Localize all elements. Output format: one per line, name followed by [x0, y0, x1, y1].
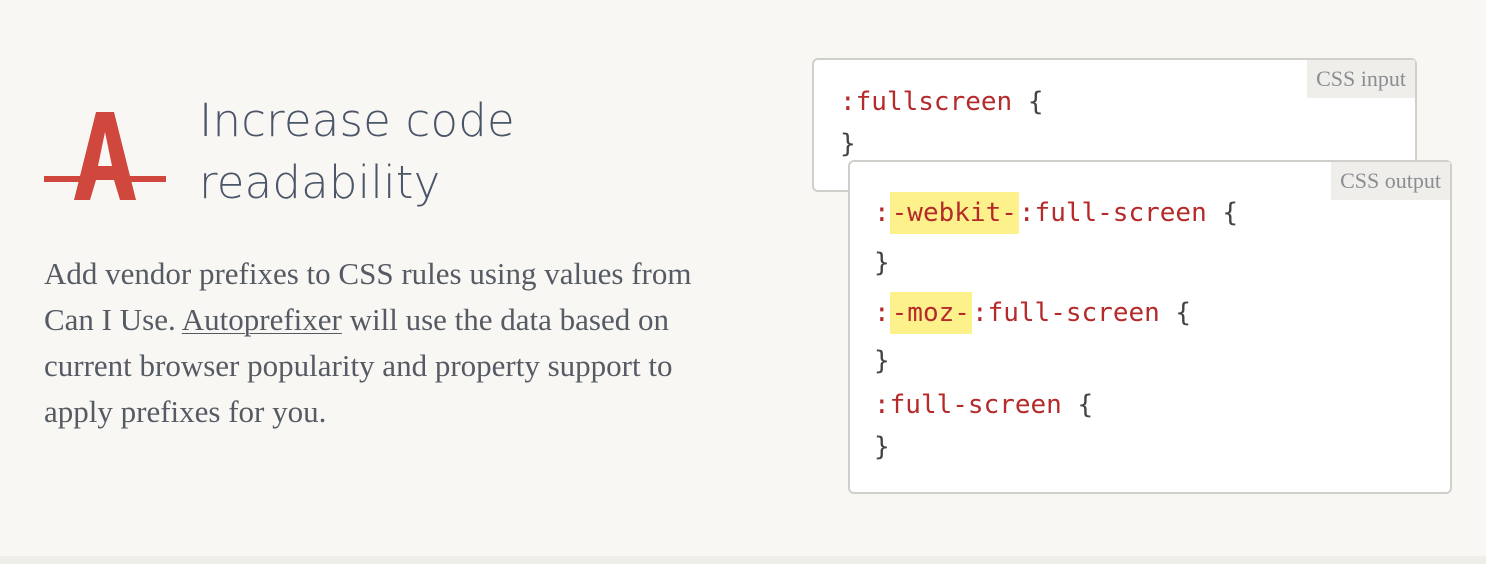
moz-prefix-highlight: -moz- [889, 292, 972, 334]
output-rule-1-selector: :full-screen [1018, 198, 1207, 228]
output-rule-3-close-line: } [874, 432, 890, 462]
output-rule-2-open-brace: { [1159, 298, 1192, 328]
input-selector: :fullscreen [840, 87, 1013, 117]
output-rule-3-close-brace: } [874, 432, 890, 462]
output-rule-1-colon: : [874, 198, 890, 228]
input-code-line-2: } [840, 129, 856, 159]
output-rule-2-selector: :full-screen [971, 298, 1160, 328]
output-rule-1-open-brace: { [1206, 198, 1239, 228]
output-rule-1-close-brace: } [874, 248, 890, 278]
output-rule-3-line: :full-screen { [874, 390, 1093, 420]
output-rule-1-close-line: } [874, 248, 890, 278]
feature-description: Add vendor prefixes to CSS rules using v… [44, 251, 744, 435]
autoprefixer-logo-icon [44, 112, 166, 200]
output-rule-2-close-line: } [874, 346, 890, 376]
feature-heading: Increase code readability [199, 90, 699, 214]
input-open-brace: { [1012, 87, 1044, 117]
section-divider [0, 556, 1486, 564]
input-close-brace: } [840, 129, 856, 159]
output-rule-2-colon: : [874, 298, 890, 328]
input-code-line-1: :fullscreen { [840, 87, 1044, 117]
webkit-prefix-highlight: -webkit- [889, 192, 1019, 234]
css-input-label: CSS input [1307, 60, 1415, 98]
heading-line-1: Increase code [199, 94, 515, 147]
css-output-panel: CSS output :-webkit-:full-screen { } :-m… [848, 160, 1452, 494]
output-rule-2-line: :-moz-:full-screen { [874, 292, 1192, 334]
autoprefixer-link[interactable]: Autoprefixer [182, 302, 342, 337]
css-output-label: CSS output [1331, 162, 1450, 200]
heading-line-2: readability [199, 156, 441, 209]
output-rule-1-line: :-webkit-:full-screen { [874, 192, 1239, 234]
output-rule-2-close-brace: } [874, 346, 890, 376]
output-rule-3-selector: :full-screen [874, 390, 1062, 420]
output-rule-3-open-brace: { [1061, 390, 1094, 420]
